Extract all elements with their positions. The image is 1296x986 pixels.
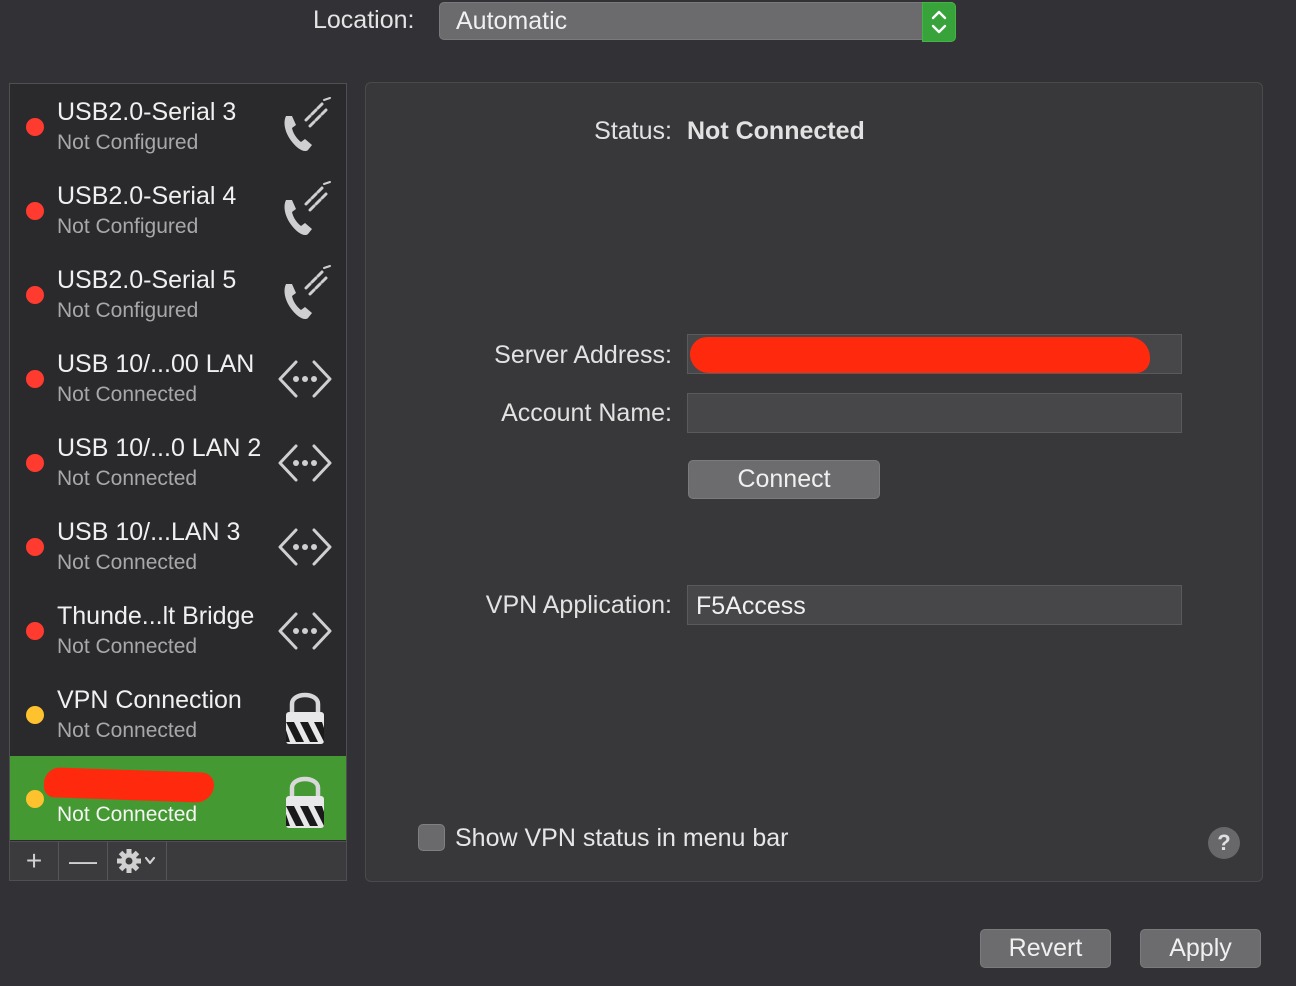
ethernet-icon [272, 346, 338, 412]
location-value: Automatic [456, 7, 568, 35]
status-value: Not Connected [687, 117, 865, 145]
status-dot [26, 118, 44, 136]
service-name: Thunde...lt Bridge [57, 602, 255, 630]
service-status: Not Connected [57, 383, 198, 406]
status-dot [26, 370, 44, 388]
chevron-up-down-icon [931, 10, 947, 34]
service-status: Not Connected [57, 467, 198, 490]
service-status: Not Configured [57, 215, 199, 238]
service-row[interactable]: USB 10/...LAN 3 Not Connected [10, 504, 346, 588]
phone-modem-icon [272, 262, 338, 328]
service-status: Not Configured [57, 299, 199, 322]
service-name: USB2.0-Serial 4 [57, 182, 237, 210]
service-row[interactable]: USB 10/...0 LAN 2 Not Connected [10, 420, 346, 504]
service-row[interactable]: USB 10/...00 LAN Not Connected [10, 336, 346, 420]
service-status: Not Configured [57, 131, 199, 154]
service-row[interactable]: Not Connected [10, 756, 346, 840]
service-name: USB2.0-Serial 5 [57, 266, 237, 294]
apply-button[interactable]: Apply [1140, 929, 1261, 968]
service-status: Not Connected [57, 635, 198, 658]
network-service-list[interactable]: USB2.0-Serial 3 Not Configured USB2.0-Ser… [9, 83, 347, 841]
service-status: Not Connected [57, 803, 198, 826]
server-address-label: Server Address: [494, 341, 672, 369]
vpn-detail-panel: Status: Not Connected Server Address: Ac… [365, 82, 1263, 882]
ethernet-icon [272, 598, 338, 664]
vpn-lock-icon [272, 682, 338, 748]
service-list-toolbar: + — [9, 841, 347, 881]
service-row[interactable]: Thunde...lt Bridge Not Connected [10, 588, 346, 672]
vpn-application-value: F5Access [696, 592, 806, 620]
account-name-label: Account Name: [501, 399, 672, 427]
status-dot [26, 538, 44, 556]
location-select[interactable]: Automatic [439, 2, 956, 42]
show-vpn-status-label: Show VPN status in menu bar [455, 824, 789, 852]
phone-modem-icon [272, 178, 338, 244]
service-row[interactable]: USB2.0-Serial 5 Not Configured [10, 252, 346, 336]
service-status: Not Connected [57, 719, 198, 742]
remove-service-button[interactable]: — [59, 842, 108, 880]
service-row[interactable]: USB2.0-Serial 3 Not Configured [10, 84, 346, 168]
status-dot [26, 622, 44, 640]
service-row[interactable]: VPN Connection Not Connected [10, 672, 346, 756]
vpn-lock-icon [272, 766, 338, 832]
service-name: USB2.0-Serial 3 [57, 98, 237, 126]
service-name: VPN Connection [57, 686, 242, 714]
phone-modem-icon [272, 94, 338, 160]
help-button[interactable]: ? [1208, 827, 1240, 859]
vpn-application-label: VPN Application: [485, 591, 672, 619]
connect-button[interactable]: Connect [688, 460, 880, 499]
redaction-mark [43, 767, 215, 803]
ethernet-icon [272, 514, 338, 580]
status-dot [26, 790, 44, 808]
service-name: USB 10/...0 LAN 2 [57, 434, 262, 462]
server-address-field[interactable] [687, 334, 1182, 374]
status-dot [26, 454, 44, 472]
location-stepper[interactable] [922, 2, 956, 42]
revert-button[interactable]: Revert [980, 929, 1111, 968]
status-dot [26, 286, 44, 304]
service-status: Not Connected [57, 551, 198, 574]
status-dot [26, 706, 44, 724]
redaction-mark [690, 337, 1150, 373]
service-name: USB 10/...00 LAN [57, 350, 255, 378]
show-vpn-status-checkbox[interactable] [418, 824, 445, 851]
vpn-application-field[interactable]: F5Access [687, 585, 1182, 625]
location-label: Location: [313, 6, 415, 34]
ethernet-icon [272, 430, 338, 496]
add-service-button[interactable]: + [10, 842, 59, 880]
service-actions-button[interactable] [108, 842, 167, 880]
status-dot [26, 202, 44, 220]
service-name: USB 10/...LAN 3 [57, 518, 241, 546]
gear-icon [117, 849, 156, 873]
status-label: Status: [594, 117, 672, 145]
service-row[interactable]: USB2.0-Serial 4 Not Configured [10, 168, 346, 252]
account-name-field[interactable] [687, 393, 1182, 433]
